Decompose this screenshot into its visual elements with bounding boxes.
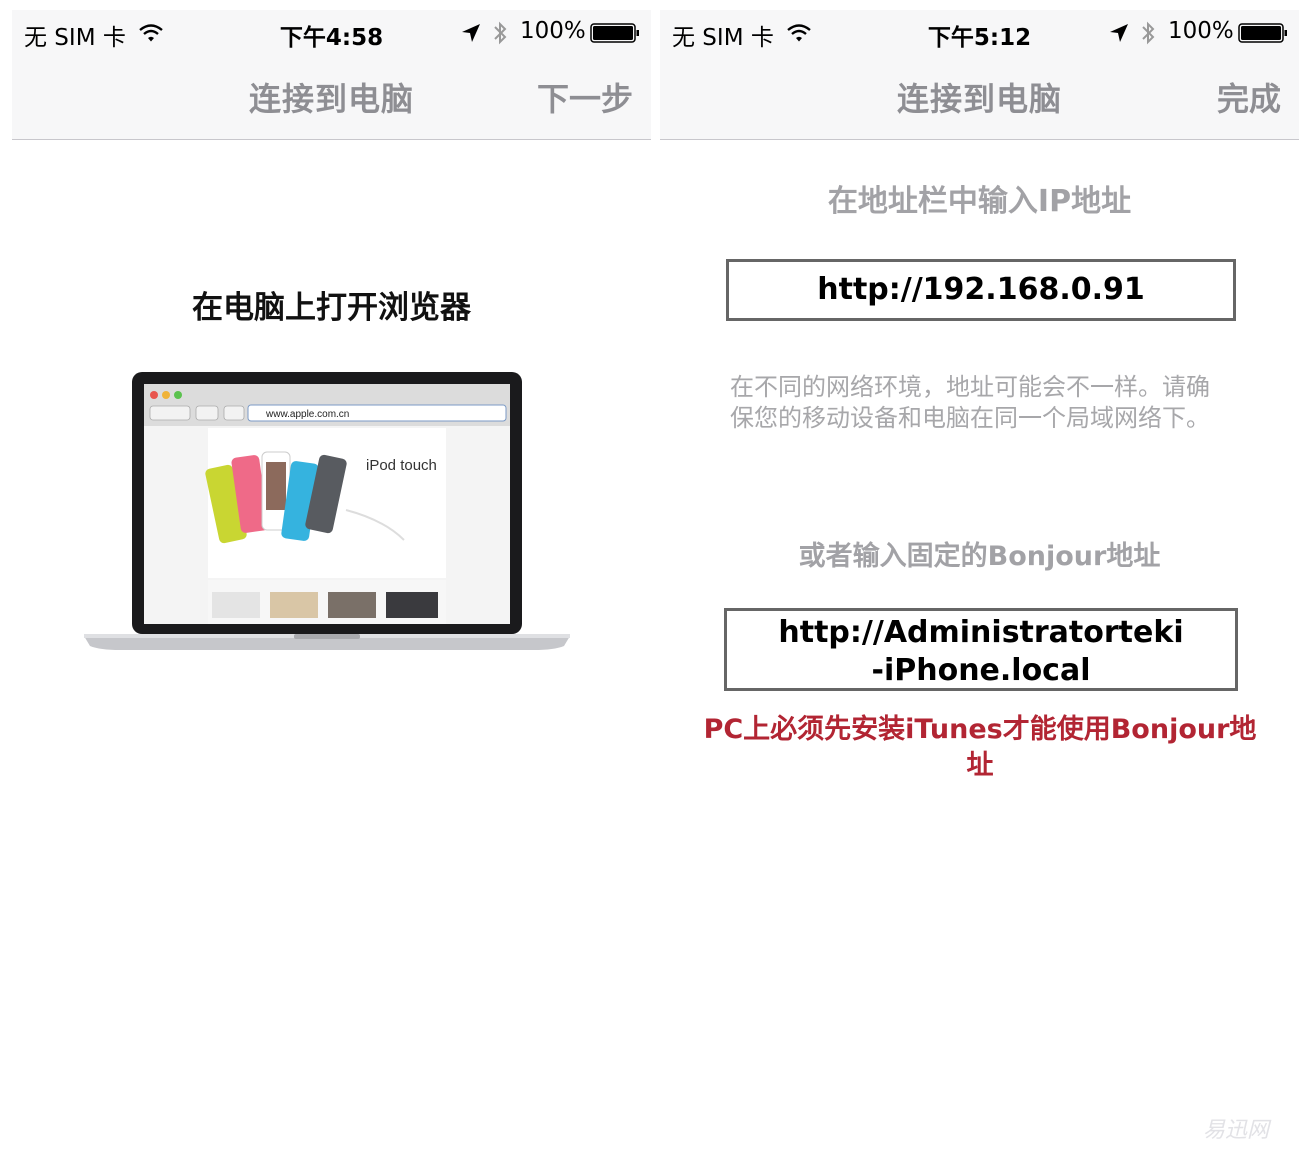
battery-icon xyxy=(1238,23,1287,43)
battery-percent: 100% xyxy=(520,18,586,44)
location-arrow-icon xyxy=(1110,24,1128,42)
navigation-bar: 连接到电脑 完成 xyxy=(660,54,1299,140)
nav-title: 连接到电脑 xyxy=(896,80,1062,118)
bluetooth-icon xyxy=(1142,21,1155,45)
laptop-illustration: www.apple.com.cn iPod touch xyxy=(84,372,570,650)
laptop-product-text: iPod touch xyxy=(366,457,437,474)
network-hint: 在不同的网络环境，地址可能会不一样。请确保您的移动设备和电脑在同一个局域网络下。 xyxy=(730,373,1210,432)
phone-screen-right: 无 SIM 卡 下午5:12 100% 连接到电脑 完成 在地址栏中输入IP地址… xyxy=(660,10,1299,1154)
laptop-url-text: www.apple.com.cn xyxy=(265,409,349,420)
status-bar: 无 SIM 卡 下午4:58 100% xyxy=(12,10,651,54)
phone-screen-left: 无 SIM 卡 下午4:58 100% 连接到电脑 下一步 在电脑上打开浏览器 xyxy=(12,10,651,1154)
itunes-warning: PC上必须先安装iTunes才能使用Bonjour地址 xyxy=(703,714,1257,781)
done-button[interactable]: 完成 xyxy=(1217,74,1281,120)
ip-address-label: 在地址栏中输入IP地址 xyxy=(827,184,1132,219)
instruction-heading: 在电脑上打开浏览器 xyxy=(192,290,471,326)
ip-address-field[interactable]: http://192.168.0.91 xyxy=(726,259,1236,321)
bonjour-label: 或者输入固定的Bonjour地址 xyxy=(798,541,1161,572)
bluetooth-icon xyxy=(494,21,507,45)
navigation-bar: 连接到电脑 下一步 xyxy=(12,54,651,140)
bonjour-address-field[interactable]: http://Administratorteki-iPhone.local xyxy=(724,608,1238,691)
battery-icon xyxy=(590,23,639,43)
battery-percent: 100% xyxy=(1168,18,1234,44)
location-arrow-icon xyxy=(462,24,480,42)
next-step-button[interactable]: 下一步 xyxy=(537,74,633,120)
status-bar: 无 SIM 卡 下午5:12 100% xyxy=(660,10,1299,54)
watermark: 易迅网 xyxy=(1202,1118,1269,1143)
